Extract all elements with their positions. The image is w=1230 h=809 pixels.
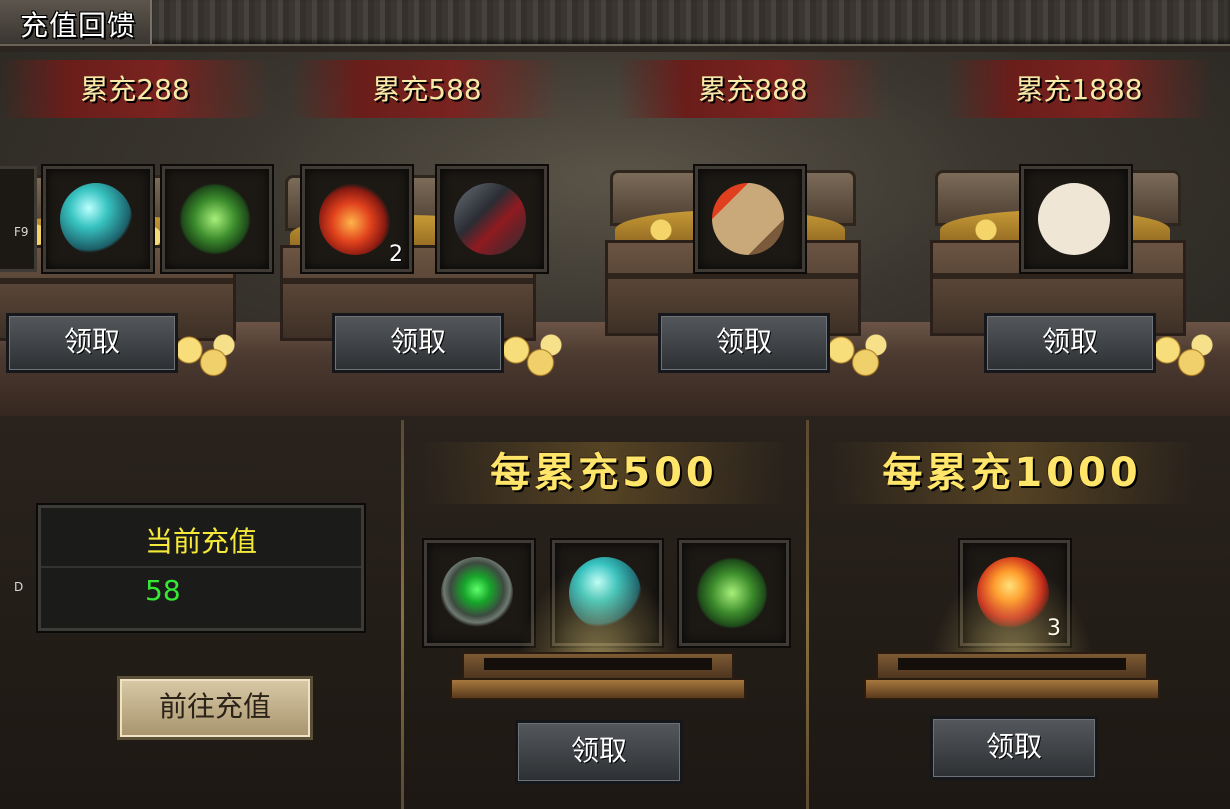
claim-button-288[interactable]: 领取 <box>6 313 178 373</box>
window-title: 充值回馈 <box>20 9 137 42</box>
reward-pedestal <box>450 562 746 712</box>
tier-label: 累充1888 <box>1015 73 1143 106</box>
partial-item-slot[interactable]: F9 <box>0 166 37 272</box>
tier-label: 累充588 <box>372 73 482 106</box>
green-orb-icon <box>441 557 513 629</box>
current-recharge-label: 当前充值 <box>144 525 257 558</box>
claim-button-888[interactable]: 领取 <box>658 313 830 373</box>
claim-button-1888[interactable]: 领取 <box>984 313 1156 373</box>
panel-divider <box>806 420 809 809</box>
tier-label: 累充888 <box>698 73 808 106</box>
reward-item-slot[interactable] <box>679 540 789 646</box>
reward-item-slot[interactable] <box>43 166 153 272</box>
reward-item-slot[interactable] <box>162 166 272 272</box>
hotkey-hint: D <box>14 580 24 594</box>
gold-coins <box>168 330 238 380</box>
dark-armor-icon <box>454 183 526 255</box>
recharge-reward-window: 充值回馈 累充288 累充588 累充888 累充1888 F9 2 领取 领取 <box>0 0 1230 809</box>
reward-pedestal <box>864 562 1160 712</box>
green-amulet-icon <box>696 557 768 629</box>
tier-header-288: 累充288 <box>0 60 270 118</box>
panel-divider <box>401 420 404 809</box>
goto-recharge-button[interactable]: 前往充值 <box>117 676 313 740</box>
claim-button-bonus-1000[interactable]: 领取 <box>930 716 1098 780</box>
red-potion-icon <box>319 183 391 255</box>
reward-item-slot[interactable] <box>437 166 547 272</box>
tier-header-888: 累充888 <box>618 60 888 118</box>
red-scroll-icon <box>712 183 784 255</box>
gold-coins <box>820 330 890 380</box>
current-recharge-value: 58 <box>145 574 181 607</box>
reward-item-slot[interactable] <box>1021 166 1131 272</box>
gold-coins <box>495 330 565 380</box>
tier-header-588: 累充588 <box>292 60 562 118</box>
current-recharge-box: 当前充值 58 <box>38 505 364 631</box>
bonus-label: 每累充1000 <box>882 450 1142 496</box>
cyan-jar-icon <box>60 183 132 255</box>
bonus-header-1000: 每累充1000 <box>828 442 1196 504</box>
box-separator <box>41 566 361 568</box>
white-scroll-icon <box>1038 183 1110 255</box>
hotkey-hint: F9 <box>14 225 29 239</box>
title-bar: 充值回馈 <box>0 0 1230 46</box>
bonus-header-500: 每累充500 <box>420 442 788 504</box>
bonus-label: 每累充500 <box>490 450 718 496</box>
tier-header-1888: 累充1888 <box>944 60 1214 118</box>
item-count: 2 <box>389 242 403 267</box>
tier-label: 累充288 <box>80 73 190 106</box>
claim-button-588[interactable]: 领取 <box>332 313 504 373</box>
green-amulet-icon <box>179 183 251 255</box>
claim-button-bonus-500[interactable]: 领取 <box>515 720 683 784</box>
reward-item-slot[interactable] <box>695 166 805 272</box>
gold-coins <box>1146 330 1216 380</box>
reward-item-slot[interactable]: 2 <box>302 166 412 272</box>
